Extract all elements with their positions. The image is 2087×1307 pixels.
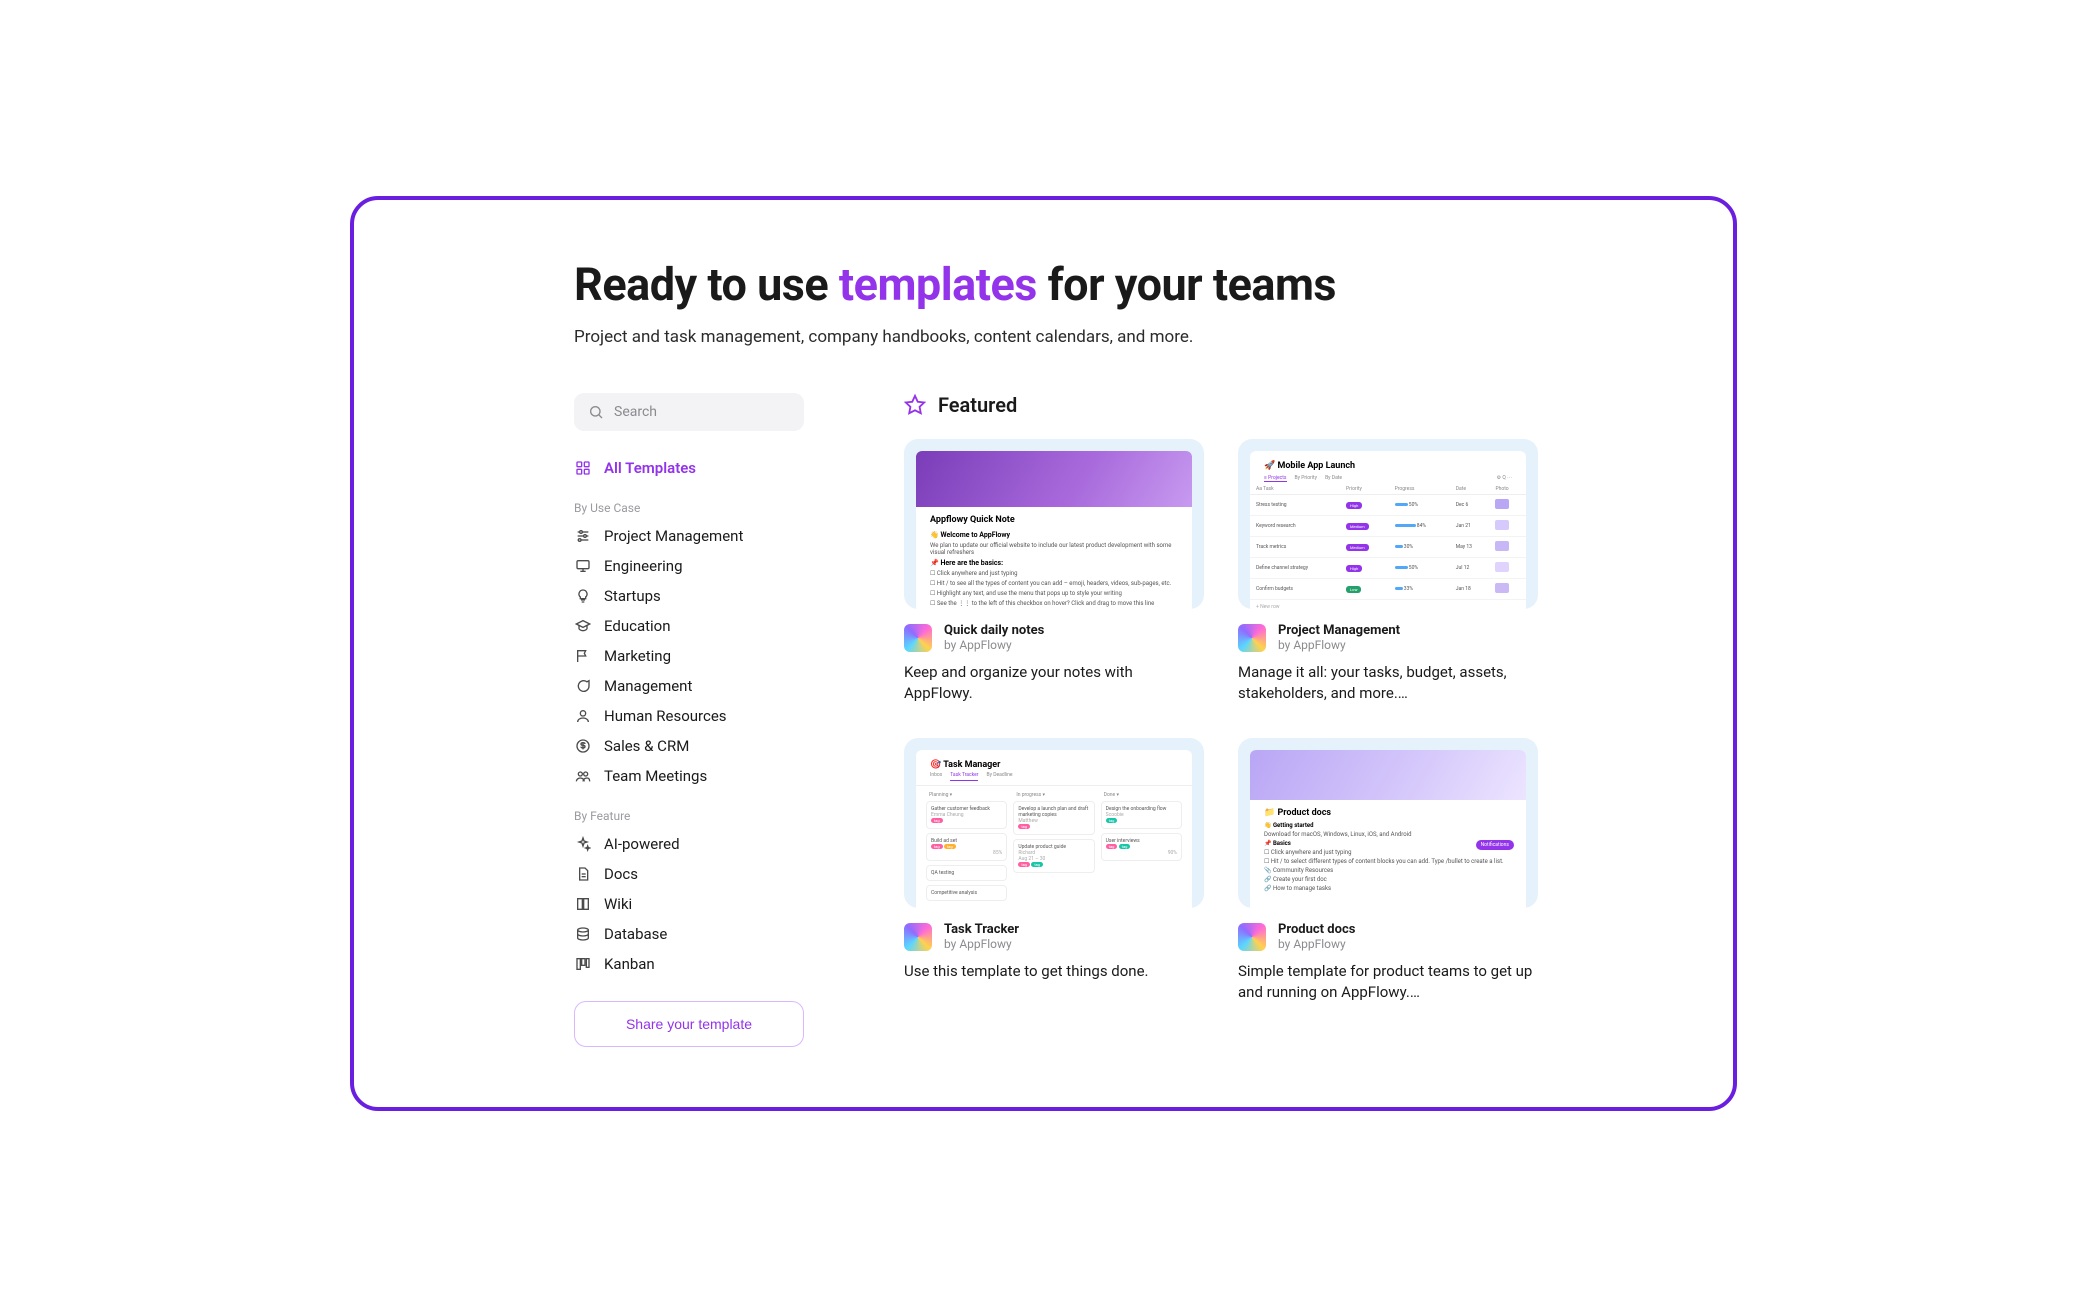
sidebar-item-kanban[interactable]: Kanban [574,949,804,979]
title-accent: templates [839,258,1037,311]
flag-icon [574,648,592,664]
bulb-icon [574,588,592,604]
sidebar-item-label: Engineering [604,557,683,575]
dollar-icon [574,738,592,754]
template-author: by AppFlowy [1278,638,1400,652]
main-content: Featured Appflowy Quick Note👋 Welcome to… [904,393,1693,1047]
grad-icon [574,618,592,634]
author-avatar [1238,923,1266,951]
sidebar-item-startups[interactable]: Startups [574,581,804,611]
template-card: 🎯 Task ManagerInboxTask TrackerBy Deadli… [904,738,1204,1003]
sidebar-item-engineering[interactable]: Engineering [574,551,804,581]
sparkle-icon [574,836,592,852]
page-subtitle: Project and task management, company han… [574,327,1693,347]
template-description: Manage it all: your tasks, budget, asset… [1238,662,1538,704]
star-icon [904,394,926,416]
template-card: 🚀 Mobile App Launch≡ ProjectsBy Priority… [1238,439,1538,704]
author-avatar [904,624,932,652]
author-avatar [1238,624,1266,652]
template-title: Quick daily notes [944,623,1044,638]
template-thumbnail[interactable]: 📁 Product docs👋 Getting startedDownload … [1238,738,1538,908]
template-thumbnail[interactable]: Appflowy Quick Note👋 Welcome to AppFlowy… [904,439,1204,609]
monitor-icon [574,558,592,574]
sidebar-item-label: Project Management [604,527,743,545]
author-avatar [904,923,932,951]
search-icon [588,404,604,420]
kanban-icon [574,956,592,972]
sidebar-item-docs[interactable]: Docs [574,859,804,889]
book-icon [574,896,592,912]
template-meta: Quick daily notesby AppFlowy [904,623,1204,652]
sidebar-item-label: AI-powered [604,835,680,853]
featured-heading-label: Featured [938,393,1017,417]
template-thumbnail[interactable]: 🚀 Mobile App Launch≡ ProjectsBy Priority… [1238,439,1538,609]
page-title: Ready to use templates for your teams [574,258,1693,311]
template-title: Project Management [1278,623,1400,638]
template-description: Simple template for product teams to get… [1238,961,1538,1003]
sidebar-item-label: Team Meetings [604,767,707,785]
sidebar-item-label: Marketing [604,647,671,665]
sliders-icon [574,528,592,544]
sidebar-item-label: Sales & CRM [604,737,689,755]
sidebar: Search All Templates By Use Case Project… [574,393,804,1047]
featured-heading: Featured [904,393,1693,417]
sidebar-section-header: By Feature [574,809,804,823]
team-icon [574,768,592,784]
template-title: Product docs [1278,922,1355,937]
sidebar-item-label: Education [604,617,671,635]
sidebar-item-label: Wiki [604,895,632,913]
template-thumbnail[interactable]: 🎯 Task ManagerInboxTask TrackerBy Deadli… [904,738,1204,908]
template-title: Task Tracker [944,922,1019,937]
sidebar-section-header: By Use Case [574,501,804,515]
template-author: by AppFlowy [944,937,1019,951]
template-meta: Task Trackerby AppFlowy [904,922,1204,951]
sidebar-item-label: Human Resources [604,707,727,725]
share-template-button[interactable]: Share your template [574,1001,804,1047]
sidebar-item-label: Docs [604,865,638,883]
sidebar-all-templates[interactable]: All Templates [574,453,804,483]
sidebar-item-label: Startups [604,587,661,605]
template-card: Appflowy Quick Note👋 Welcome to AppFlowy… [904,439,1204,704]
sidebar-item-wiki[interactable]: Wiki [574,889,804,919]
sidebar-item-label: All Templates [604,459,696,477]
sidebar-item-human-resources[interactable]: Human Resources [574,701,804,731]
search-placeholder: Search [614,404,657,420]
sidebar-item-ai-powered[interactable]: AI-powered [574,829,804,859]
hero: Ready to use templates for your teams Pr… [394,258,1693,347]
user-icon [574,708,592,724]
grid-icon [574,460,592,476]
sidebar-item-database[interactable]: Database [574,919,804,949]
search-input[interactable]: Search [574,393,804,431]
sidebar-item-sales-crm[interactable]: Sales & CRM [574,731,804,761]
doc-icon [574,866,592,882]
sidebar-item-team-meetings[interactable]: Team Meetings [574,761,804,791]
sidebar-item-marketing[interactable]: Marketing [574,641,804,671]
sidebar-item-management[interactable]: Management [574,671,804,701]
app-frame: Ready to use templates for your teams Pr… [350,196,1737,1111]
template-card: 📁 Product docs👋 Getting startedDownload … [1238,738,1538,1003]
sidebar-item-label: Database [604,925,667,943]
chat-icon [574,678,592,694]
template-author: by AppFlowy [944,638,1044,652]
template-description: Use this template to get things done. [904,961,1204,982]
template-meta: Project Managementby AppFlowy [1238,623,1538,652]
sidebar-item-label: Kanban [604,955,655,973]
title-pre: Ready to use [574,258,839,311]
template-description: Keep and organize your notes with AppFlo… [904,662,1204,704]
sidebar-item-education[interactable]: Education [574,611,804,641]
title-post: for your teams [1037,258,1336,311]
template-author: by AppFlowy [1278,937,1355,951]
template-meta: Product docsby AppFlowy [1238,922,1538,951]
sidebar-item-project-management[interactable]: Project Management [574,521,804,551]
sidebar-item-label: Management [604,677,692,695]
db-icon [574,926,592,942]
